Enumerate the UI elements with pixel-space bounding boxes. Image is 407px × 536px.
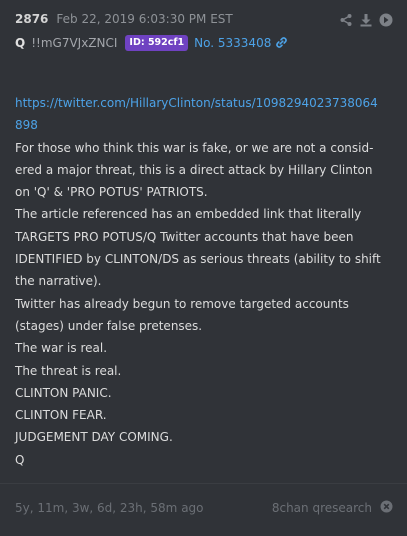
close-circle-icon[interactable] [380, 500, 393, 516]
id-badge: ID: 592cf1 [125, 35, 189, 51]
download-icon[interactable] [359, 13, 373, 27]
post-text-line: on 'Q' & 'PRO POTUS' PATRIOTS. [15, 185, 208, 200]
post-meta-row: 2876 Feb 22, 2019 6:03:30 PM EST [15, 12, 392, 30]
tweet-link-line-2: 898 [15, 118, 38, 133]
post-text-line: ered a major threat, this is a direct at… [15, 162, 373, 177]
post-body: https://twitter.com/HillaryClinton/statu… [0, 92, 407, 471]
post-text-line: Q [15, 452, 25, 467]
post-text-line: The threat is real. [15, 363, 122, 378]
post-author-row: Q !!mG7VJxZNCI ID: 592cf1 No. 5333408 [15, 32, 392, 54]
post-text-line: Twitter has already begun to remove targ… [15, 296, 349, 311]
post-text-line: The article referenced has an embedded l… [15, 207, 362, 222]
post-text-line: (stages) under false pretenses. [15, 318, 203, 333]
post-number-link[interactable]: No. 5333408 [194, 36, 271, 50]
post-card: 2876 Feb 22, 2019 6:03:30 PM EST Q !!mG7… [0, 0, 407, 536]
post-header: 2876 Feb 22, 2019 6:03:30 PM EST Q !!mG7… [0, 0, 407, 54]
post-text-line: For those who think this war is fake, or… [15, 140, 374, 155]
share-icon[interactable] [339, 13, 353, 27]
post-text: For those who think this war is fake, or… [15, 137, 392, 471]
tweet-link[interactable]: https://twitter.com/HillaryClinton/statu… [15, 92, 392, 137]
post-text-line: JUDGEMENT DAY COMING. [15, 430, 173, 445]
post-timestamp: Feb 22, 2019 6:03:30 PM EST [56, 12, 233, 26]
post-text-line: The war is real. [15, 341, 108, 356]
post-text-line: CLINTON PANIC. [15, 385, 112, 400]
post-number: 2876 [15, 12, 49, 26]
post-text-line: CLINTON FEAR. [15, 408, 107, 423]
tweet-link-line-1: https://twitter.com/HillaryClinton/statu… [15, 96, 378, 110]
post-author: Q [15, 36, 26, 50]
post-text-line: TARGETS PRO POTUS/Q Twitter accounts tha… [15, 229, 354, 244]
arrow-circle-icon[interactable] [379, 13, 393, 27]
post-text-line: the narrative). [15, 274, 102, 289]
post-source: 8chan qresearch [272, 500, 393, 516]
post-actions [339, 13, 393, 27]
post-age: 5y, 11m, 3w, 6d, 23h, 58m ago [15, 501, 204, 515]
footer-divider [0, 483, 407, 484]
post-footer: 5y, 11m, 3w, 6d, 23h, 58m ago 8chan qres… [15, 500, 393, 516]
post-text-line: IDENTIFIED by CLINTON/DS as serious thre… [15, 252, 381, 267]
source-label: 8chan qresearch [271, 501, 372, 515]
link-icon[interactable] [275, 34, 288, 53]
post-tripcode: !!mG7VJxZNCI [31, 36, 118, 50]
